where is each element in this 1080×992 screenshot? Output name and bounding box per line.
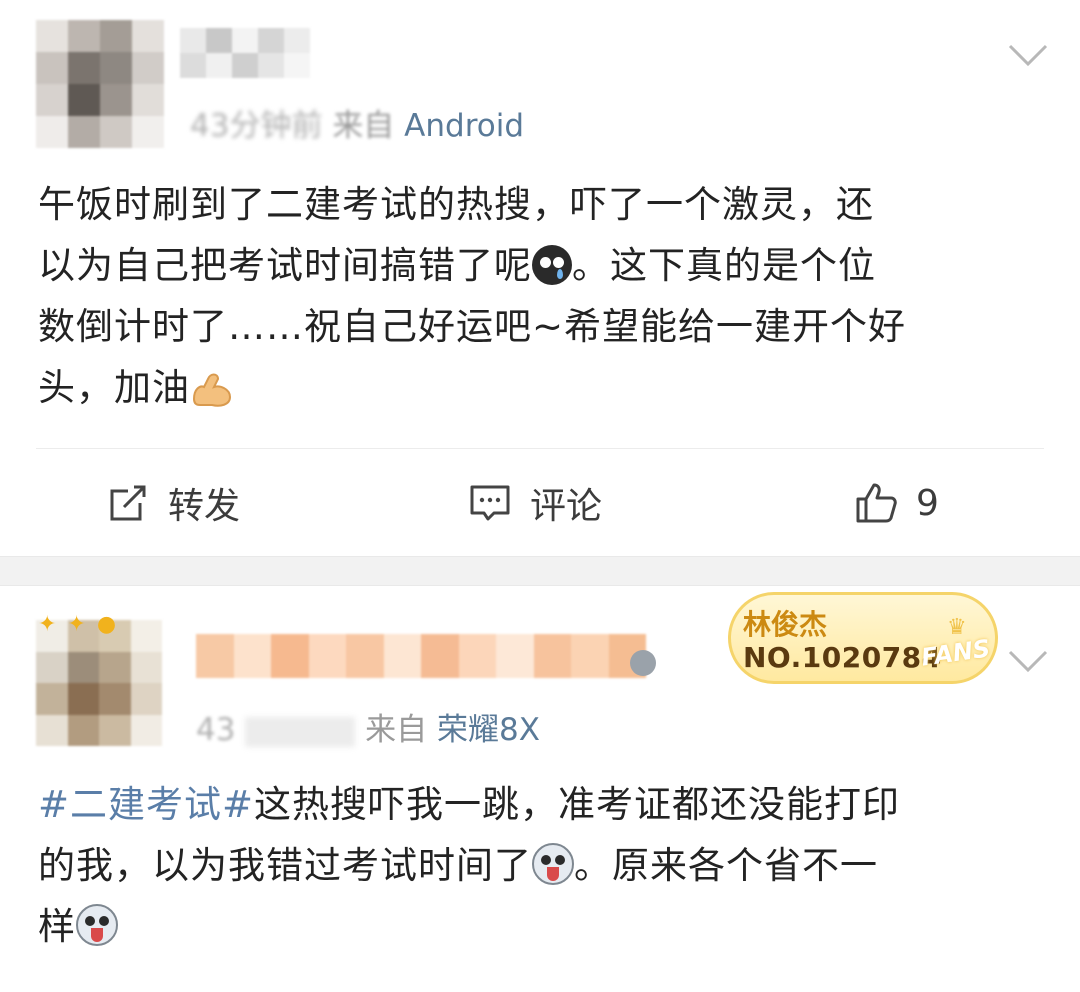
actions-divider bbox=[36, 448, 1044, 449]
repost-button[interactable]: 转发 bbox=[104, 478, 240, 528]
avatar[interactable] bbox=[36, 20, 164, 148]
post-text: 午饭时刷到了二建考试的热搜，吓了一个激灵，还 以为自己把考试时间搞错了呢 。这下真… bbox=[38, 174, 1048, 418]
username-blurred[interactable] bbox=[196, 634, 646, 678]
comment-icon bbox=[470, 485, 510, 521]
thumbs-up-icon bbox=[856, 483, 897, 523]
like-button[interactable]: 9 bbox=[852, 478, 939, 528]
post-text-line: 。这下真的是个位 bbox=[572, 244, 876, 287]
post-text: #二建考试#这热搜吓我一跳，准考证都还没能打印 的我，以为我错过考试时间了 。原来… bbox=[38, 774, 1048, 957]
chevron-down-icon[interactable] bbox=[1006, 42, 1050, 68]
fans-badge[interactable]: 林俊杰 NO.1020784 ♛ FANS bbox=[728, 592, 998, 684]
post-text-line: 这热搜吓我一跳，准考证都还没能打印 bbox=[254, 783, 901, 826]
post-time: 43分钟前 bbox=[190, 108, 323, 144]
post-text-line: 午饭时刷到了二建考试的热搜，吓了一个激灵，还 bbox=[38, 183, 874, 226]
post-meta: 43 来自 荣耀8X bbox=[196, 704, 540, 749]
fans-badge-name: 林俊杰 bbox=[743, 608, 828, 641]
post-meta: 43分钟前 来自 Android bbox=[190, 100, 524, 145]
post-text-line: 。原来各个省不一 bbox=[574, 844, 878, 887]
chevron-down-icon[interactable] bbox=[1006, 648, 1050, 674]
post-source: Android bbox=[404, 108, 525, 144]
husky-face-emoji bbox=[532, 842, 574, 885]
topic-link[interactable]: #二建考试# bbox=[38, 783, 254, 826]
husky-face-emoji bbox=[76, 903, 118, 946]
post-text-line: 的我，以为我错过考试时间了 bbox=[38, 844, 532, 887]
post-text-line: 样 bbox=[38, 905, 76, 948]
fans-badge-tag: FANS bbox=[919, 634, 992, 672]
source-prefix: 来自 bbox=[365, 712, 428, 748]
avatar-decoration-icon: ✦ ✦ ● bbox=[38, 612, 119, 637]
repost-label: 转发 bbox=[168, 486, 241, 527]
verified-icon bbox=[630, 650, 656, 676]
source-prefix: 来自 bbox=[332, 108, 395, 144]
comment-label: 评论 bbox=[530, 486, 603, 527]
post-text-line: 数倒计时了……祝自己好运吧~希望能给一建开个好 bbox=[38, 305, 907, 348]
time-blur bbox=[245, 716, 356, 747]
repost-icon bbox=[110, 485, 146, 521]
fans-badge-number: NO.1020784 bbox=[743, 641, 942, 674]
crying-face-emoji bbox=[532, 244, 572, 285]
flexed-biceps-emoji bbox=[190, 366, 234, 407]
avatar[interactable] bbox=[36, 620, 162, 746]
username-blurred[interactable] bbox=[180, 28, 310, 78]
post-time: 43 bbox=[196, 712, 236, 748]
post-text-line: 头，加油 bbox=[38, 366, 190, 409]
like-count: 9 bbox=[916, 482, 939, 524]
crown-icon: ♛ bbox=[947, 615, 967, 640]
feed-separator bbox=[0, 556, 1080, 586]
post-text-line: 以为自己把考试时间搞错了呢 bbox=[38, 244, 532, 287]
post-source: 荣耀8X bbox=[437, 712, 540, 748]
comment-button[interactable]: 评论 bbox=[466, 478, 602, 528]
